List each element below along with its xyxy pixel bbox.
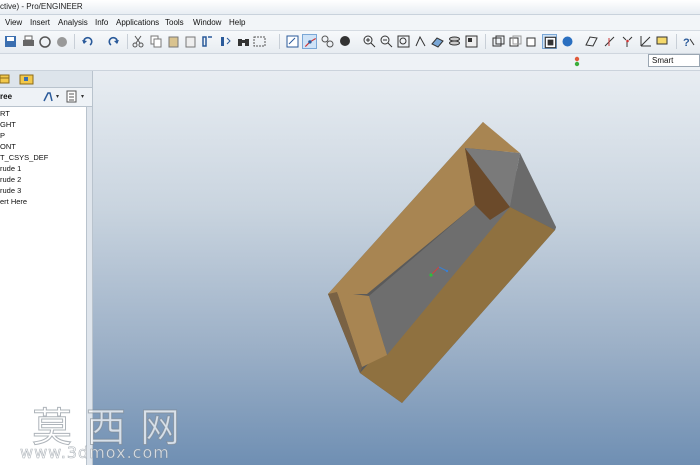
context-help-icon[interactable]: ? xyxy=(681,34,696,49)
main-toolbar: ? xyxy=(0,31,700,54)
status-light-icon xyxy=(574,56,580,67)
tree-header-label: ree xyxy=(0,92,13,101)
tree-item[interactable]: T_CSYS_DEF xyxy=(0,153,48,162)
undo-icon[interactable] xyxy=(80,34,95,49)
tree-header: ree xyxy=(0,88,92,107)
find-icon[interactable] xyxy=(236,34,251,49)
save-icon[interactable] xyxy=(3,34,18,49)
print-icon[interactable] xyxy=(21,34,36,49)
tree-item[interactable]: rude 3 xyxy=(0,186,21,195)
menu-info[interactable]: Info xyxy=(95,18,108,27)
saved-views-icon[interactable] xyxy=(430,34,445,49)
annotation-icon[interactable] xyxy=(655,34,670,49)
hidden-line-icon[interactable] xyxy=(508,34,523,49)
shading-icon[interactable] xyxy=(542,34,557,49)
tree-item[interactable]: P xyxy=(0,131,5,140)
window-title: ctive) - Pro/ENGINEER xyxy=(0,2,83,11)
datum-axes-icon[interactable] xyxy=(602,34,617,49)
select-box-icon[interactable] xyxy=(252,34,267,49)
tree-item[interactable]: ert Here xyxy=(0,197,27,206)
menu-help[interactable]: Help xyxy=(229,18,245,27)
wireframe-icon[interactable] xyxy=(491,34,506,49)
no-hidden-icon[interactable] xyxy=(525,34,540,49)
navigator-tabs xyxy=(0,71,92,88)
zoom-in-icon[interactable] xyxy=(362,34,377,49)
menu-applications[interactable]: Applications xyxy=(116,18,159,27)
regen-manager-icon[interactable] xyxy=(218,34,233,49)
menu-window[interactable]: Window xyxy=(193,18,221,27)
selection-filter-select[interactable]: Smart xyxy=(648,54,700,67)
copy-icon[interactable] xyxy=(149,34,164,49)
orient-mode-icon[interactable] xyxy=(320,34,335,49)
email-icon[interactable] xyxy=(38,34,53,49)
watermark-url: www.3dmox.com xyxy=(20,443,170,463)
paste-special-icon[interactable] xyxy=(183,34,198,49)
show-icon[interactable] xyxy=(66,90,88,103)
display-style-icon[interactable] xyxy=(338,34,353,49)
svg-text:?: ? xyxy=(683,37,690,49)
cut-icon[interactable] xyxy=(131,34,146,49)
appearance-icon[interactable] xyxy=(560,34,575,49)
settings-icon[interactable] xyxy=(42,90,62,103)
redo-icon[interactable] xyxy=(106,34,121,49)
menu-view[interactable]: View xyxy=(5,18,22,27)
menu-tools[interactable]: Tools xyxy=(165,18,184,27)
view-manager-icon[interactable] xyxy=(464,34,479,49)
tree-item[interactable]: rude 2 xyxy=(0,175,21,184)
reorient-icon[interactable] xyxy=(413,34,428,49)
regenerate-icon[interactable] xyxy=(200,34,215,49)
tree-item[interactable]: RT xyxy=(0,109,10,118)
layers-icon[interactable] xyxy=(447,34,462,49)
model-tree-tab-icon[interactable] xyxy=(0,72,11,86)
menu-analysis[interactable]: Analysis xyxy=(58,18,88,27)
refit-icon[interactable] xyxy=(396,34,411,49)
spin-center-icon[interactable] xyxy=(302,34,317,49)
tree-item[interactable]: GHT xyxy=(0,120,16,129)
zoom-out-icon[interactable] xyxy=(379,34,394,49)
email-attach-icon[interactable] xyxy=(55,34,70,49)
menu-bar: View Insert Analysis Info Applications T… xyxy=(0,15,700,31)
repaint-icon[interactable] xyxy=(285,34,300,49)
datum-planes-icon[interactable] xyxy=(584,34,599,49)
tree-item[interactable]: rude 1 xyxy=(0,164,21,173)
datum-points-icon[interactable] xyxy=(620,34,635,49)
selection-toolbar: Smart xyxy=(0,54,700,71)
paste-icon[interactable] xyxy=(166,34,181,49)
csys-icon[interactable] xyxy=(638,34,653,49)
folder-browser-tab-icon[interactable] xyxy=(19,72,35,86)
menu-insert[interactable]: Insert xyxy=(30,18,50,27)
title-bar: ctive) - Pro/ENGINEER xyxy=(0,0,700,15)
tree-item[interactable]: ONT xyxy=(0,142,16,151)
